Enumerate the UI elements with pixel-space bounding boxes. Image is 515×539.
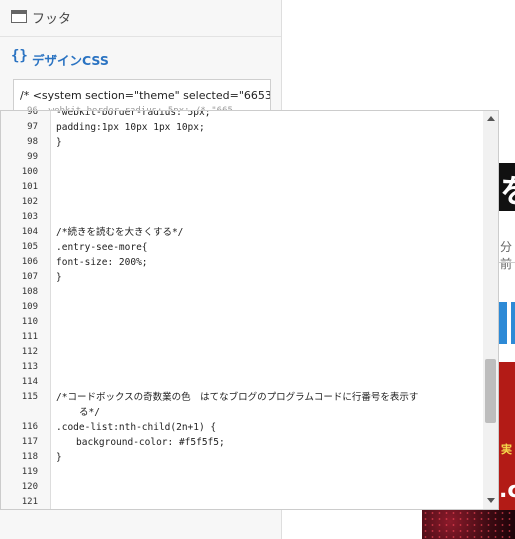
- code-text: -webkit-border-radius: 5px;: [56, 110, 211, 118]
- line-number: 100: [21, 167, 38, 177]
- preview-bottom-banner[interactable]: [422, 510, 515, 539]
- code-line: 118}: [1, 450, 485, 465]
- scrollbar-thumb[interactable]: [485, 359, 496, 423]
- preview-meta-text: 分前: [500, 240, 513, 271]
- code-line: 104 /*続きを読むを大きくする*/: [1, 225, 485, 240]
- code-text: /*続きを読むを大きくする*/: [56, 227, 184, 238]
- code-line: 99: [1, 150, 485, 165]
- braces-icon: {}: [11, 48, 28, 64]
- code-line: 111: [1, 330, 485, 345]
- code-line: 106 font-size: 200%;: [1, 255, 485, 270]
- code-line: 107}: [1, 270, 485, 285]
- code-text: background-color: #f5f5f5;: [76, 437, 225, 448]
- preview-title-char: を: [500, 166, 515, 212]
- line-number: 116: [21, 422, 38, 432]
- code-line: 110: [1, 315, 485, 330]
- line-number: 106: [21, 257, 38, 267]
- code-text: padding:1px 10px 1px 10px;: [56, 122, 205, 133]
- line-number: 120: [21, 482, 38, 492]
- scroll-down-arrow-icon[interactable]: [487, 498, 495, 503]
- line-number: 104: [21, 227, 38, 237]
- line-number: 118: [21, 452, 38, 462]
- code-text: .entry-see-more{: [56, 242, 148, 253]
- design-css-label: デザインCSS: [32, 53, 109, 68]
- textarea-first-line: /* <system section="theme" selected="665…: [20, 89, 270, 102]
- line-number: 119: [21, 467, 38, 477]
- footer-section-label: フッタ: [32, 12, 72, 27]
- line-number: 117: [21, 437, 38, 447]
- code-text: .code-list:nth-child(2n+1) {: [56, 422, 217, 433]
- code-line: 114: [1, 375, 485, 390]
- preview-ad-text: 実: [501, 443, 512, 456]
- code-line: 121: [1, 495, 485, 509]
- code-line: 103: [1, 210, 485, 225]
- line-number: 103: [21, 212, 38, 222]
- footer-section-row[interactable]: フッタ: [0, 0, 281, 37]
- line-number: 112: [21, 347, 38, 357]
- scroll-up-arrow-icon[interactable]: [487, 116, 495, 121]
- code-line: 96 -webkit-border-radius: 5px;: [1, 110, 485, 120]
- code-line: 101: [1, 180, 485, 195]
- code-line: 102: [1, 195, 485, 210]
- line-number: 102: [21, 197, 38, 207]
- footer-window-icon: [11, 10, 27, 23]
- line-number: 97: [27, 122, 38, 132]
- line-number: 108: [21, 287, 38, 297]
- preview-divider: [499, 262, 515, 263]
- code-line: 115 /*コードボックスの奇数業の色 はてなブログのプログラムコードに行番号を表…: [1, 390, 485, 405]
- code-line-wrap: る*/: [1, 405, 485, 420]
- line-number: 96: [27, 110, 38, 117]
- code-line: 100: [1, 165, 485, 180]
- line-number: 105: [21, 242, 38, 252]
- line-number: 99: [27, 152, 38, 162]
- line-number: 113: [21, 362, 38, 372]
- preview-ad-big-text: .c: [499, 478, 515, 503]
- code-line: 117 background-color: #f5f5f5;: [1, 435, 485, 450]
- code-text: }: [56, 452, 62, 463]
- preview-button-fragment[interactable]: [499, 302, 507, 344]
- line-number: 98: [27, 137, 38, 147]
- code-text-continuation: る*/: [79, 407, 100, 418]
- line-number: 111: [21, 332, 38, 342]
- css-code-editor[interactable]: 96 -webkit-border-radius: 5px; 97 padding:1…: [0, 110, 499, 510]
- code-line: 116 .code-list:nth-child(2n+1) {: [1, 420, 485, 435]
- code-text: /*コードボックスの奇数業の色 はてなブログのプログラムコードに行番号を表示す: [56, 392, 419, 403]
- code-line: 108: [1, 285, 485, 300]
- code-text: font-size: 200%;: [56, 257, 148, 268]
- line-number: 115: [21, 392, 38, 402]
- code-line: 109: [1, 300, 485, 315]
- code-line: 113: [1, 360, 485, 375]
- code-line: 98}: [1, 135, 485, 150]
- code-line: 120: [1, 480, 485, 495]
- code-line: 119: [1, 465, 485, 480]
- code-text: }: [56, 137, 62, 148]
- line-number: 109: [21, 302, 38, 312]
- line-number: 101: [21, 182, 38, 192]
- code-line: 112: [1, 345, 485, 360]
- line-number: 114: [21, 377, 38, 387]
- line-number: 107: [21, 272, 38, 282]
- code-line: 97 padding:1px 10px 1px 10px;: [1, 120, 485, 135]
- preview-button-fragment-2[interactable]: [511, 302, 515, 344]
- code-line: 105 .entry-see-more{: [1, 240, 485, 255]
- code-text: }: [56, 272, 62, 283]
- design-css-section-row[interactable]: {} デザインCSS: [0, 40, 281, 76]
- line-number: 110: [21, 317, 38, 327]
- editor-vertical-scrollbar[interactable]: [483, 111, 498, 509]
- line-number: 121: [21, 497, 38, 507]
